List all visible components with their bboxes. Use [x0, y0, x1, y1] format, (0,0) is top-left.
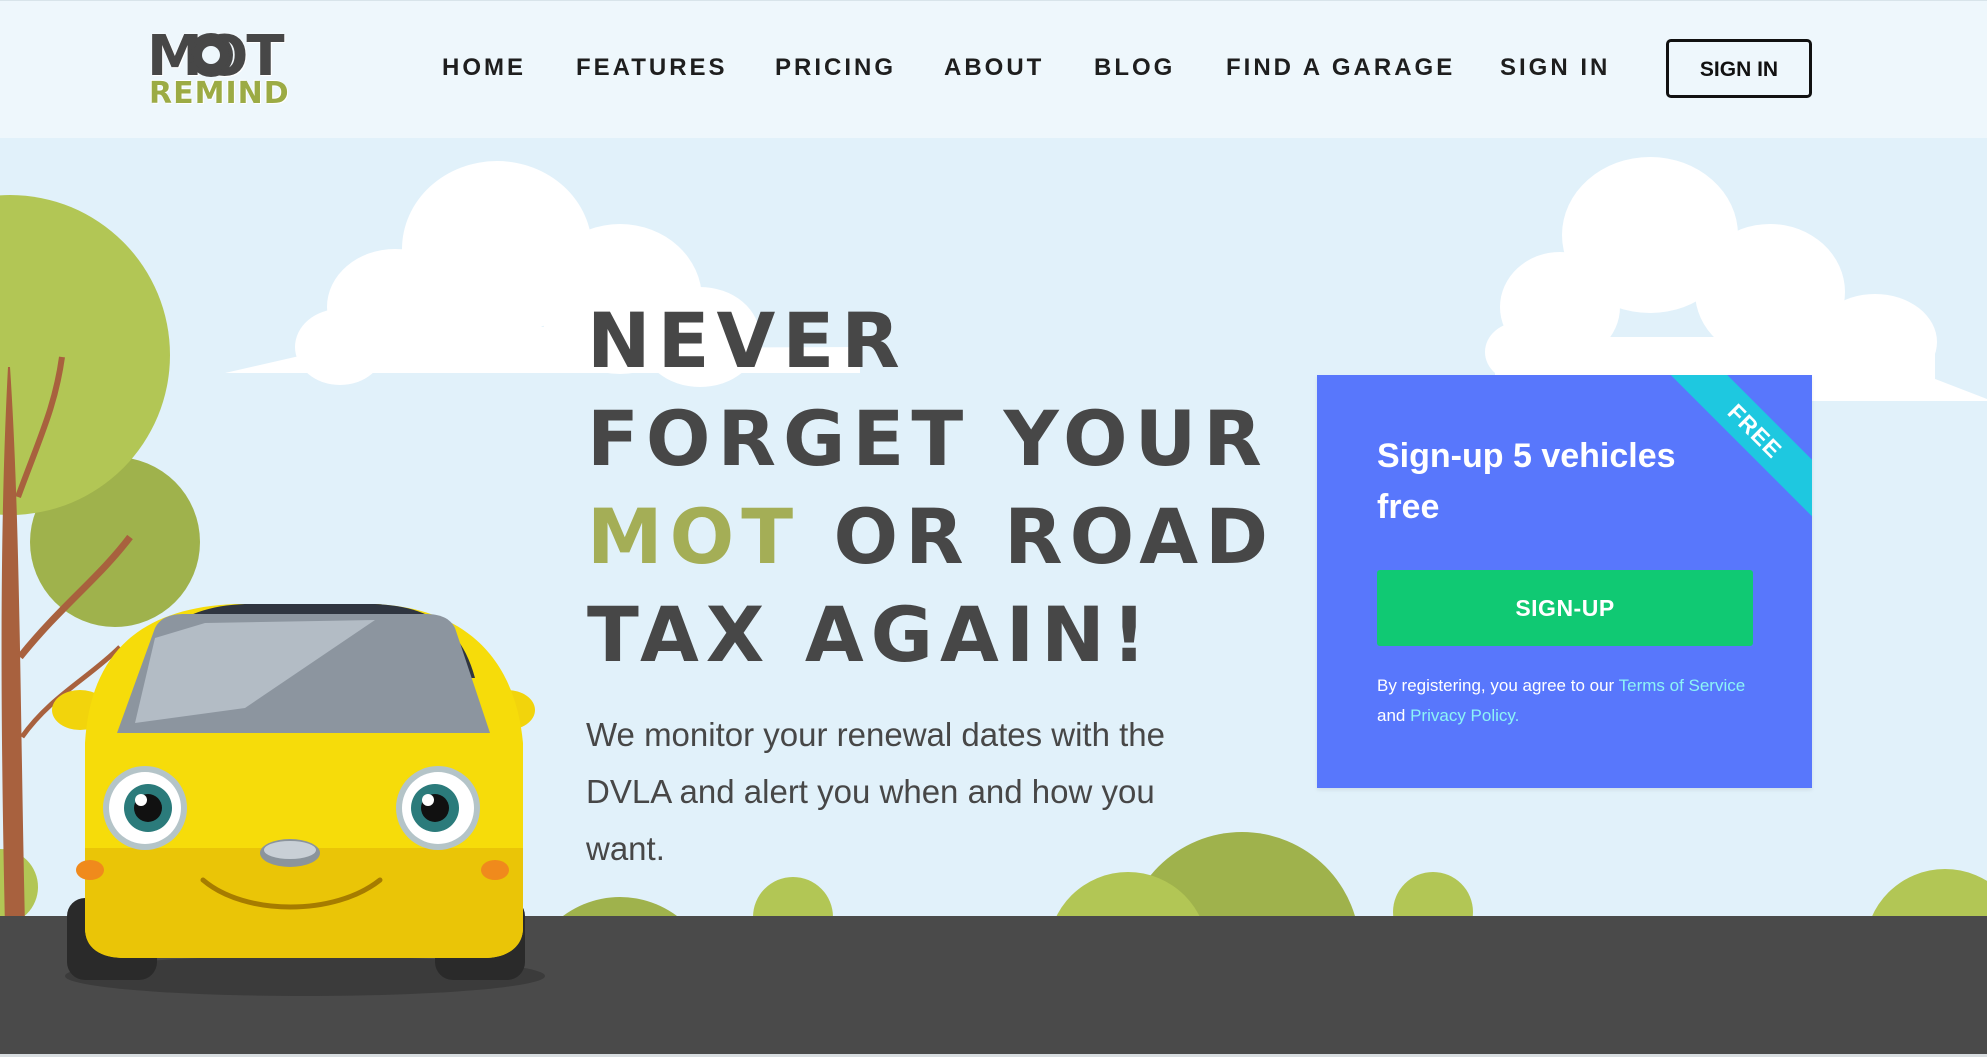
hero-subtitle: We monitor your renewal dates with the D… — [586, 716, 1165, 867]
site-header: MOT REMIND HOME FEATURES PRICING ABOUT B… — [0, 0, 1987, 138]
nav-item-about[interactable]: ABOUT — [944, 53, 1044, 83]
nav-item-home[interactable]: HOME — [442, 53, 526, 83]
logo-remind-text: REMIND — [149, 76, 290, 111]
nav-item-pricing[interactable]: PRICING — [775, 53, 896, 83]
privacy-policy-link[interactable]: Privacy Policy. — [1410, 706, 1519, 725]
hero-line-1: NEVER — [587, 296, 907, 385]
signup-card: FREE Sign-up 5 vehicles free SIGN-UP By … — [1317, 375, 1812, 788]
nav-item-sign-in[interactable]: SIGN IN — [1500, 53, 1610, 83]
gear-icon — [189, 33, 233, 77]
hero-line-4: TAX AGAIN! — [587, 590, 1154, 679]
terms-notice: By registering, you agree to our Terms o… — [1377, 671, 1777, 731]
hero-line-2: FORGET YOUR — [587, 394, 1269, 483]
signup-card-title: Sign-up 5 vehicles free — [1377, 437, 1676, 526]
hero-headline: NEVER FORGET YOUR MOT OR ROAD TAX AGAIN! — [587, 292, 1287, 684]
terms-notice-prefix: By registering, you agree to our — [1377, 676, 1619, 695]
nav-item-find-a-garage[interactable]: FIND A GARAGE — [1226, 53, 1455, 83]
sign-up-button[interactable]: SIGN-UP — [1377, 570, 1753, 646]
terms-notice-and: and — [1377, 706, 1411, 725]
terms-of-service-link[interactable]: Terms of Service — [1619, 676, 1746, 695]
mot-remind-logo[interactable]: MOT REMIND — [147, 29, 289, 111]
cloud-right — [1485, 157, 1987, 401]
nav-item-features[interactable]: FEATURES — [576, 53, 728, 83]
hero-accent-mot: MOT — [587, 492, 801, 581]
nav-item-blog[interactable]: BLOG — [1094, 53, 1175, 83]
sign-in-button[interactable]: SIGN IN — [1666, 39, 1812, 98]
hero-line-3: OR ROAD — [800, 492, 1276, 581]
cartoon-car-illustration — [52, 604, 545, 996]
